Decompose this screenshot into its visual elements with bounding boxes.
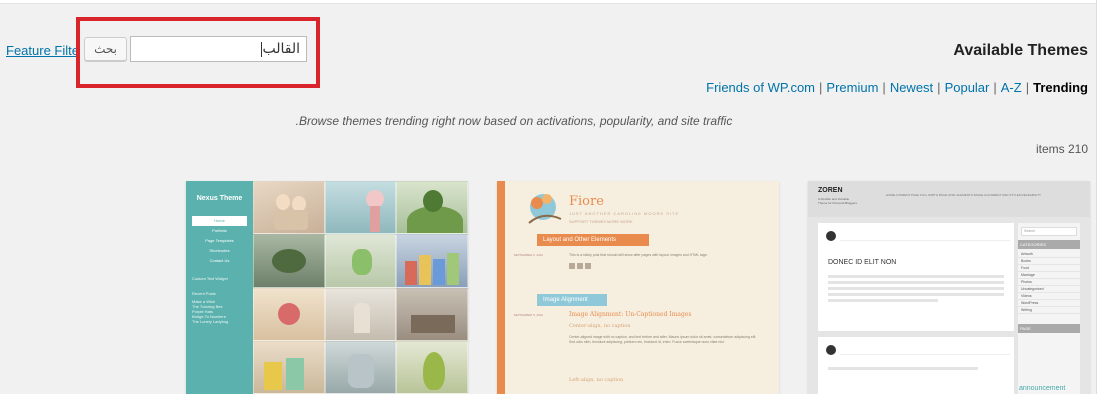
tab-premium[interactable]: Premium [826, 80, 878, 95]
zoren-text-line [828, 293, 1004, 296]
fiore-post-text: Center-aligned image with no caption, an… [569, 335, 757, 344]
tab-popular[interactable]: Popular [945, 80, 990, 95]
feature-filter-link[interactable]: Feature Filter [6, 43, 78, 58]
theme-filter-tabs: Friends of WP.com | Premium | Newest | Popular… [706, 80, 1088, 95]
tab-description: .Browse themes trending right now based … [295, 114, 733, 128]
zoren-category-item: Writing [1018, 307, 1080, 314]
zoren-nav: HOME A PARENT PAGE FULL WIDTH PAGE HTML … [886, 193, 1042, 197]
fiore-post-text: This is a sticky post that should still … [569, 253, 708, 257]
zoren-text-line [828, 299, 938, 302]
zoren-category-item: Uncategorized [1018, 286, 1080, 293]
tab-newest[interactable]: Newest [890, 80, 933, 95]
nexus-nav-item: Home [192, 216, 247, 226]
fiore-thumb [577, 263, 583, 269]
fiore-subtitle: JUST ANOTHER CAROLINE MOORE SITE [569, 211, 680, 216]
fiore-thumb [585, 263, 591, 269]
zoren-header: ZOREN A Flexible and Versatile Theme for… [808, 181, 1090, 217]
zoren-announcement: announcement [1019, 385, 1066, 392]
tab-separator: | [882, 80, 886, 95]
page-title: Available Themes [953, 42, 1088, 59]
grid-thumbnail [253, 234, 325, 288]
vertical-scrollbar[interactable] [1096, 0, 1108, 394]
zoren-post-meta [840, 229, 1010, 241]
zoren-post [818, 337, 1014, 394]
zoren-sidebar: Search CATEGORIES Artwork Books Food Mar… [1018, 223, 1080, 394]
tab-separator: | [993, 80, 997, 95]
zoren-post-icon [826, 345, 836, 355]
tab-friends-of-wpcom[interactable]: Friends of WP.com [706, 80, 815, 95]
tab-a-z[interactable]: A-Z [1001, 80, 1022, 95]
nexus-title: Nexus Theme [196, 195, 243, 202]
fiore-post-date: SEPTEMBER 9, 2010 [513, 253, 543, 257]
tab-separator: | [1025, 80, 1030, 95]
items-count: items 210 [1035, 142, 1088, 156]
grid-thumbnail [324, 234, 397, 288]
fiore-side-strip [497, 181, 505, 394]
zoren-post: DONEC ID ELIT NON [818, 223, 1014, 331]
nexus-nav-item: Contact Us [209, 258, 230, 263]
zoren-category-item: Books [1018, 258, 1080, 265]
grid-thumbnail [253, 181, 325, 235]
nexus-recent-item: The Lonely Ladybug [192, 319, 229, 324]
fiore-post-title: Image Alignment: Un-Captioned Images [569, 311, 692, 318]
fiore-thumb [569, 263, 575, 269]
fiore-post-date: SEPTEMBER 5, 2010 [513, 313, 543, 317]
grid-thumbnail [253, 340, 325, 394]
grid-thumbnail [396, 181, 468, 235]
nexus-widget-title: Custom Text Widget [192, 276, 228, 281]
zoren-text-line [828, 367, 978, 370]
zoren-sidebar-title: PAGE [1018, 324, 1080, 333]
top-edge [0, 0, 1096, 4]
fiore-post-subtitle: Center-align, no caption [569, 323, 631, 329]
zoren-category-item: WordPress [1018, 300, 1080, 307]
fiore-nav: SUPPORT THEMES MORE WORK [569, 219, 633, 224]
zoren-post-meta [840, 343, 1010, 355]
nexus-nav: Home Portfolio Page Templates Shortcodes… [192, 216, 247, 266]
zoren-text-line [828, 275, 1004, 278]
fiore-ribbon: Image Alignment [537, 294, 607, 306]
zoren-post-title: DONEC ID ELIT NON [828, 259, 897, 266]
search-input-value: القالب [262, 41, 300, 57]
nexus-sidebar: Nexus Theme Home Portfolio Page Template… [186, 181, 253, 394]
zoren-category-item: Photos [1018, 279, 1080, 286]
nexus-image-grid [253, 181, 468, 394]
search-button[interactable]: بحث [84, 37, 127, 61]
grid-thumbnail [324, 181, 397, 235]
grid-thumbnail [396, 340, 468, 394]
tab-separator: | [937, 80, 941, 95]
zoren-sidebar-title: CATEGORIES [1018, 240, 1080, 249]
grid-thumbnail [253, 287, 325, 341]
nexus-nav-item: Page Templates [205, 238, 234, 243]
theme-card-fiore[interactable]: Fiore JUST ANOTHER CAROLINE MOORE SITE S… [497, 181, 779, 394]
zoren-search-box: Search [1021, 227, 1077, 236]
nexus-nav-item: Shortcodes [209, 248, 230, 253]
nexus-recent-title: Recent Posts [192, 291, 216, 296]
zoren-category-item: Artwork [1018, 251, 1080, 258]
grid-thumbnail [324, 340, 397, 394]
theme-card-zoren[interactable]: ZOREN A Flexible and Versatile Theme for… [808, 181, 1090, 394]
zoren-post-icon [826, 231, 836, 241]
nexus-recent-list: Make a Wish The Tutoring Bee Purple Hats… [192, 299, 247, 324]
nexus-nav-item: Portfolio [212, 228, 227, 233]
tab-trending[interactable]: Trending [1033, 80, 1088, 95]
grid-thumbnail [396, 287, 468, 341]
fiore-ribbon: Layout and Other Elements [537, 234, 649, 246]
tab-separator: | [819, 80, 823, 95]
zoren-category-item: Food [1018, 265, 1080, 272]
theme-card-nexus[interactable]: Nexus Theme Home Portfolio Page Template… [186, 181, 468, 394]
zoren-category-item: Videos [1018, 293, 1080, 300]
fiore-bird-logo-icon [528, 194, 562, 224]
zoren-text-line [828, 287, 1004, 290]
zoren-text-line [828, 281, 1004, 284]
search-input[interactable]: القالب [130, 36, 307, 62]
zoren-category-item: Marriage [1018, 272, 1080, 279]
fiore-title: Fiore [569, 194, 604, 209]
grid-thumbnail [396, 234, 468, 288]
fiore-post-subtitle: Left-align, no caption [569, 377, 624, 383]
zoren-logo: ZOREN [818, 187, 843, 194]
zoren-tagline: A Flexible and Versatile Theme for Perso… [818, 197, 858, 205]
grid-thumbnail [324, 287, 397, 341]
